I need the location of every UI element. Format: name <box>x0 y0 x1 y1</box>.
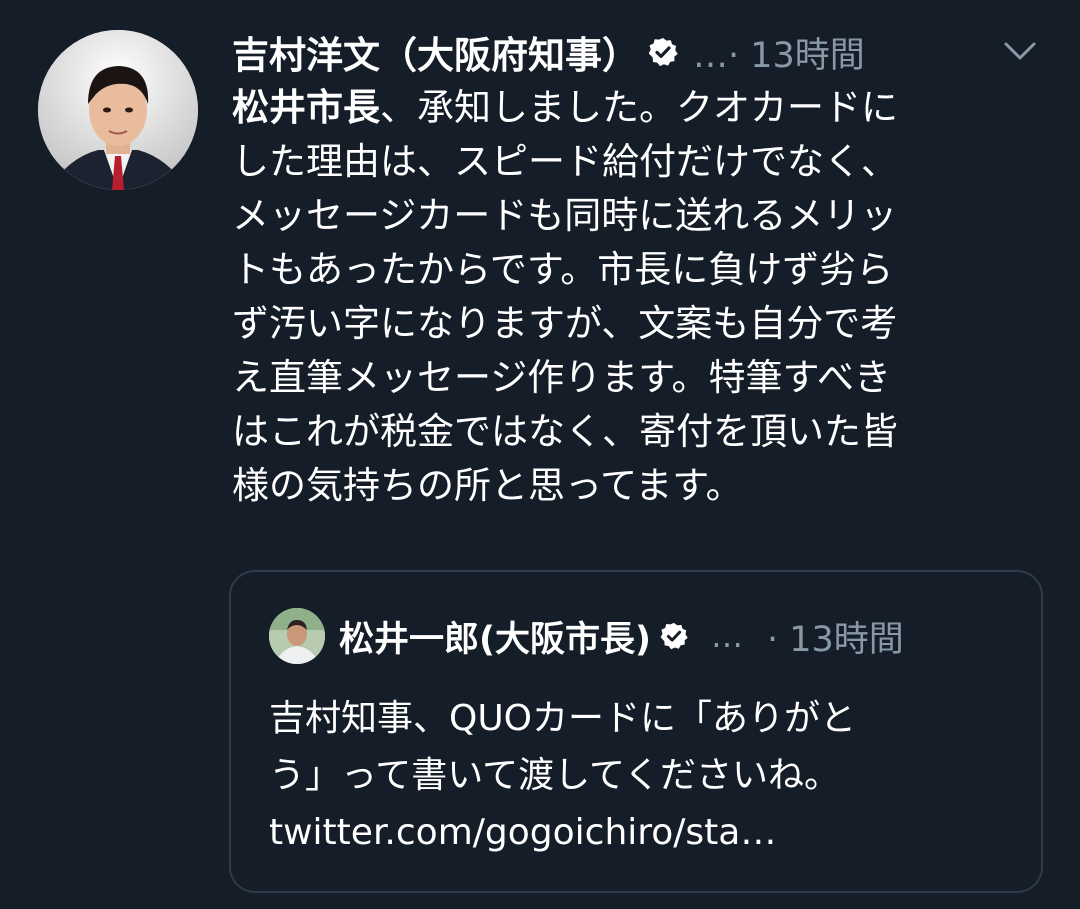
quoted-tweet-link[interactable]: twitter.com/gogoichiro/sta… <box>269 804 856 861</box>
tweet[interactable]: 吉村洋文（大阪府知事） …· 13時間 松井市長、承知しました。クオカードに し… <box>0 0 1080 909</box>
tweet-body-line: え直筆メッセージ作ります。特筆すべき <box>232 356 891 399</box>
quoted-handle-truncated: … <box>711 617 743 655</box>
author-avatar[interactable] <box>38 30 198 190</box>
verified-badge-icon <box>647 36 679 68</box>
tweet-body-line: はこれが税金ではなく、寄付を頂いた皆 <box>232 410 898 453</box>
tweet-text: 、承知しました。クオカードに <box>380 86 898 129</box>
tweet-body-line: ず汚い字になりますが、文案も自分で考 <box>232 302 898 345</box>
tweet-body-line: した理由は、スピード給付だけでなく、 <box>232 140 898 183</box>
tweet-body-line: 松井市長、承知しました。クオカードに <box>232 81 1052 135</box>
quoted-author-name[interactable]: 松井一郎(大阪市長) <box>339 611 651 662</box>
quoted-tweet-timestamp[interactable]: · 13時間 <box>767 611 904 662</box>
tweet-body-line: 様の気持ちの所と思ってます。 <box>232 464 743 507</box>
tweet-header: 吉村洋文（大阪府知事） …· 13時間 <box>232 25 865 79</box>
quoted-tweet-line: う」って書いて渡してくださいね。 <box>269 755 840 796</box>
tweet-timestamp[interactable]: …· 13時間 <box>693 27 865 78</box>
quoted-tweet-header: 松井一郎(大阪市長) … · 13時間 <box>339 610 904 662</box>
mention-link[interactable]: 松井市長 <box>232 86 380 129</box>
chevron-down-icon[interactable] <box>1000 36 1040 66</box>
quoted-tweet-card[interactable]: 松井一郎(大阪市長) … · 13時間 吉村知事、QUOカードに「ありがと う」… <box>229 570 1043 893</box>
author-name[interactable]: 吉村洋文（大阪府知事） <box>232 25 639 79</box>
quoted-tweet-body: 吉村知事、QUOカードに「ありがと う」って書いて渡してくださいね。 twitt… <box>269 690 856 861</box>
tweet-body: 松井市長、承知しました。クオカードに した理由は、スピード給付だけでなく、 メッ… <box>232 81 1052 513</box>
tweet-body-line: メッセージカードも同時に送れるメリッ <box>232 194 898 237</box>
author-avatar-image <box>38 30 198 190</box>
tweet-body-line: トもあったからです。市長に負けず劣ら <box>232 248 894 291</box>
quoted-author-avatar-image <box>269 608 325 664</box>
verified-badge-icon <box>659 621 689 651</box>
quoted-tweet-line: 吉村知事、QUOカードに「ありがと <box>269 698 857 739</box>
quoted-author-avatar[interactable] <box>269 608 325 664</box>
